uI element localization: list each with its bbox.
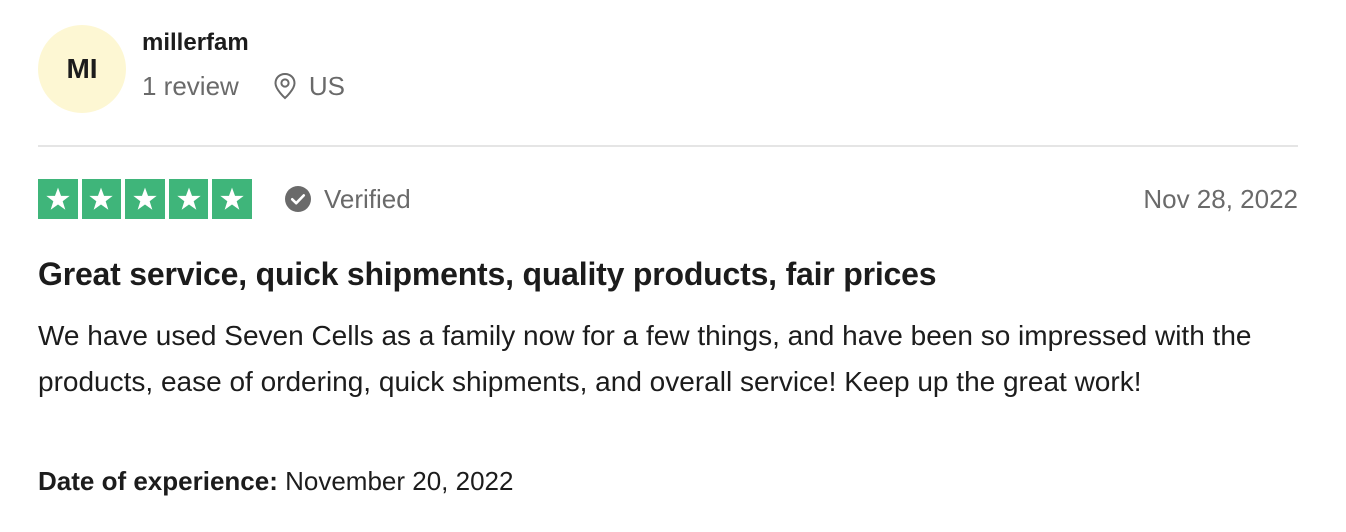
avatar[interactable]: MI <box>38 25 126 113</box>
star-1 <box>38 179 78 219</box>
review-body: We have used Seven Cells as a family now… <box>38 320 1252 397</box>
review-date: Nov 28, 2022 <box>1143 183 1298 214</box>
star-4 <box>168 179 209 219</box>
star-icon <box>176 187 201 210</box>
rating-row: Verified Nov 28, 2022 <box>38 179 1298 219</box>
verified-badge[interactable]: Verified <box>284 184 411 215</box>
star-icon <box>133 187 157 210</box>
reviewer-meta: 1 review US <box>142 71 345 101</box>
star-3 <box>125 179 165 219</box>
star-rating <box>38 179 252 219</box>
review-title[interactable]: Great service, quick shipments, quality … <box>38 254 937 294</box>
date-of-experience: Date of experience: November 20, 2022 <box>38 464 513 498</box>
divider <box>38 145 1298 147</box>
experience-date: November 20, 2022 <box>285 466 514 496</box>
map-pin-icon <box>274 72 296 100</box>
star-icon <box>220 187 244 210</box>
star-icon <box>89 187 114 210</box>
reviewer-header: MI millerfam 1 review US <box>38 25 345 113</box>
avatar-initials: MI <box>66 53 98 84</box>
review-count: 1 review <box>142 71 239 101</box>
star-5 <box>212 179 252 219</box>
reviewer-info: millerfam 1 review US <box>142 29 345 101</box>
reviewer-location: US <box>273 71 345 101</box>
review-card: MI millerfam 1 review US Verified Nov 28… <box>0 0 1346 532</box>
experience-label: Date of experience: <box>38 466 278 496</box>
reviewer-name[interactable]: millerfam <box>142 29 345 57</box>
location-text: US <box>308 71 345 101</box>
star-2 <box>81 179 122 219</box>
check-circle-icon <box>284 186 311 212</box>
verified-label: Verified <box>323 183 411 214</box>
star-icon <box>46 187 70 210</box>
